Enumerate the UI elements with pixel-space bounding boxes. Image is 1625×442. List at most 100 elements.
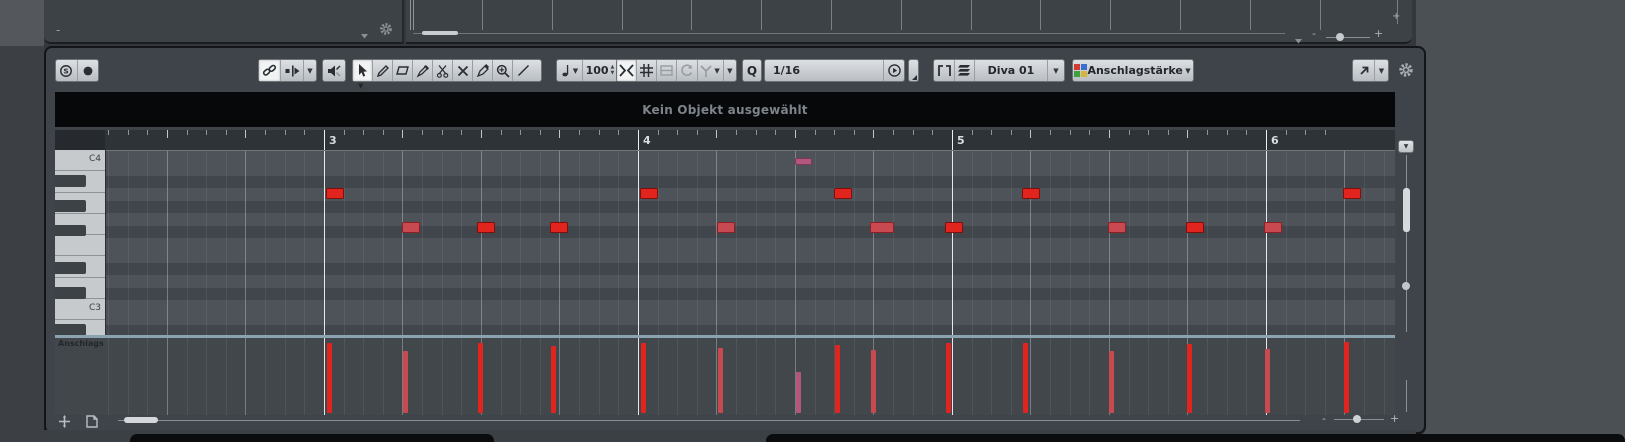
velocity-vscroll-track[interactable] [1406, 380, 1407, 412]
funnel-button[interactable]: ▼ [698, 60, 724, 81]
zoom-tool-button[interactable] [493, 60, 513, 81]
record-in-editor-button[interactable] [78, 60, 99, 81]
midi-note[interactable] [945, 222, 963, 233]
draw-tool-button[interactable] [413, 60, 433, 81]
quantize-preset-combo[interactable]: 1/16 [765, 60, 884, 81]
hzoom-in[interactable]: + [1390, 413, 1399, 424]
eraser-tool-button[interactable] [393, 60, 413, 81]
hscroll-track[interactable] [118, 420, 1300, 421]
midi-note[interactable] [1186, 222, 1204, 233]
scroll-up-button[interactable]: ▼ [1398, 140, 1414, 153]
midi-note[interactable] [870, 222, 894, 233]
velocity-bar[interactable] [1344, 342, 1349, 413]
tool-options-caret-icon[interactable]: ▼ [358, 83, 363, 90]
timeline-ruler[interactable]: 3 4 5 6 [105, 130, 1395, 150]
apply-quantize-button[interactable] [884, 60, 904, 81]
project-hscroll-handle[interactable] [422, 31, 458, 35]
grid-button[interactable] [637, 60, 658, 81]
velocity-bar[interactable] [327, 343, 332, 413]
glue-tool-button[interactable] [473, 60, 493, 81]
velocity-bar[interactable] [1265, 349, 1270, 413]
ruler-barline [323, 130, 325, 150]
velocity-bar[interactable] [718, 348, 723, 413]
open-editor-caret[interactable]: ▼ [1375, 60, 1388, 81]
inward-arrows-button[interactable] [617, 60, 638, 81]
project-zoom-track[interactable] [1326, 37, 1370, 38]
midi-note[interactable] [550, 222, 568, 233]
midi-note[interactable] [477, 222, 495, 233]
open-quantize-panel-button[interactable] [909, 60, 918, 81]
velocity-bar[interactable] [1023, 343, 1028, 413]
scissors-tool-button[interactable] [433, 60, 453, 81]
midi-note[interactable] [402, 222, 420, 233]
vscroll-track[interactable] [1406, 155, 1407, 332]
vzoom-handle[interactable] [1402, 282, 1410, 290]
gear-icon[interactable] [379, 21, 393, 40]
object-selection-tool-button[interactable] [353, 60, 373, 81]
velocity-bar[interactable] [551, 346, 556, 413]
autoscroll-options-dropdown[interactable]: ▼ [304, 60, 316, 81]
hzoom-out[interactable]: - [1322, 413, 1326, 424]
rotate-button[interactable] [677, 60, 698, 81]
hscroll-handle[interactable] [124, 417, 158, 423]
velocity-lane[interactable]: Anschlags [55, 338, 1395, 415]
mute-tool-button[interactable] [453, 60, 473, 81]
midi-note[interactable] [795, 158, 812, 165]
spinner-arrows-icon[interactable]: ▲ ▼ [611, 65, 615, 76]
solo-editor-button[interactable]: S [56, 60, 78, 81]
black-key[interactable] [55, 200, 86, 212]
midi-note[interactable] [717, 222, 735, 233]
midi-note[interactable] [1264, 222, 1282, 233]
midi-note[interactable] [640, 188, 658, 199]
black-key[interactable] [55, 287, 86, 299]
velocity-bar[interactable] [835, 345, 840, 413]
layers-flat-button[interactable] [657, 60, 678, 81]
project-zoom-handle[interactable] [1336, 33, 1344, 41]
controller-lane-combo[interactable]: Anschlagstärke [1087, 60, 1182, 81]
controller-lane-caret[interactable]: ▼ [1183, 60, 1193, 81]
note-display-grid[interactable] [105, 150, 1395, 337]
open-in-window-button[interactable] [1353, 60, 1375, 81]
velocity-bar[interactable] [478, 343, 483, 413]
vscroll-handle[interactable] [1403, 188, 1410, 232]
project-hscroll-track[interactable] [413, 33, 1285, 34]
controller-menu-caret[interactable]: ▼ [724, 60, 736, 81]
midi-note[interactable] [326, 188, 344, 199]
link-projekt-cursor-button[interactable] [259, 60, 281, 81]
quantize-button[interactable]: Q [743, 60, 761, 81]
project-corner-plus[interactable]: + [1392, 11, 1400, 22]
midi-note[interactable] [1108, 222, 1126, 233]
velocity-bar[interactable] [403, 351, 408, 413]
active-part-combo[interactable]: Diva 01 [975, 60, 1048, 81]
edit-active-part-only-button[interactable] [955, 60, 975, 81]
velocity-bar[interactable] [946, 343, 951, 413]
pencil-tool-button[interactable] [373, 60, 393, 81]
black-key[interactable] [55, 262, 86, 274]
acoustic-feedback-button[interactable] [323, 60, 345, 81]
toolbar-setup-gear-icon[interactable] [1398, 62, 1414, 82]
velocity-bar[interactable] [871, 350, 876, 413]
chevron-down-icon[interactable] [360, 25, 369, 44]
black-key[interactable] [55, 175, 86, 187]
velocity-bar[interactable] [1187, 344, 1192, 413]
track-collapse-label[interactable]: - [56, 24, 60, 36]
midi-note[interactable] [1343, 188, 1361, 199]
black-key[interactable] [55, 225, 86, 237]
line-tool-button[interactable] [513, 60, 533, 81]
autoscroll-button[interactable] [281, 60, 304, 81]
project-zoom-out[interactable]: - [1312, 28, 1316, 39]
white-key[interactable] [55, 235, 105, 257]
midi-note[interactable] [1022, 188, 1040, 199]
velocity-bar[interactable] [1109, 351, 1114, 413]
project-zoom-in[interactable]: + [1374, 28, 1383, 39]
part-combo-caret[interactable]: ▼ [1048, 60, 1064, 81]
insert-length-button[interactable]: ▼ [557, 60, 583, 81]
velocity-bar[interactable] [796, 372, 801, 413]
note-length-value-field[interactable]: 100 ▲ ▼ [583, 60, 617, 81]
show-part-borders-button[interactable] [934, 60, 955, 81]
info-line[interactable]: Kein Objekt ausgewählt [55, 92, 1395, 127]
midi-note[interactable] [834, 188, 852, 199]
grid-line [1167, 151, 1169, 337]
hzoom-handle[interactable] [1353, 415, 1361, 423]
velocity-bar[interactable] [641, 343, 646, 413]
